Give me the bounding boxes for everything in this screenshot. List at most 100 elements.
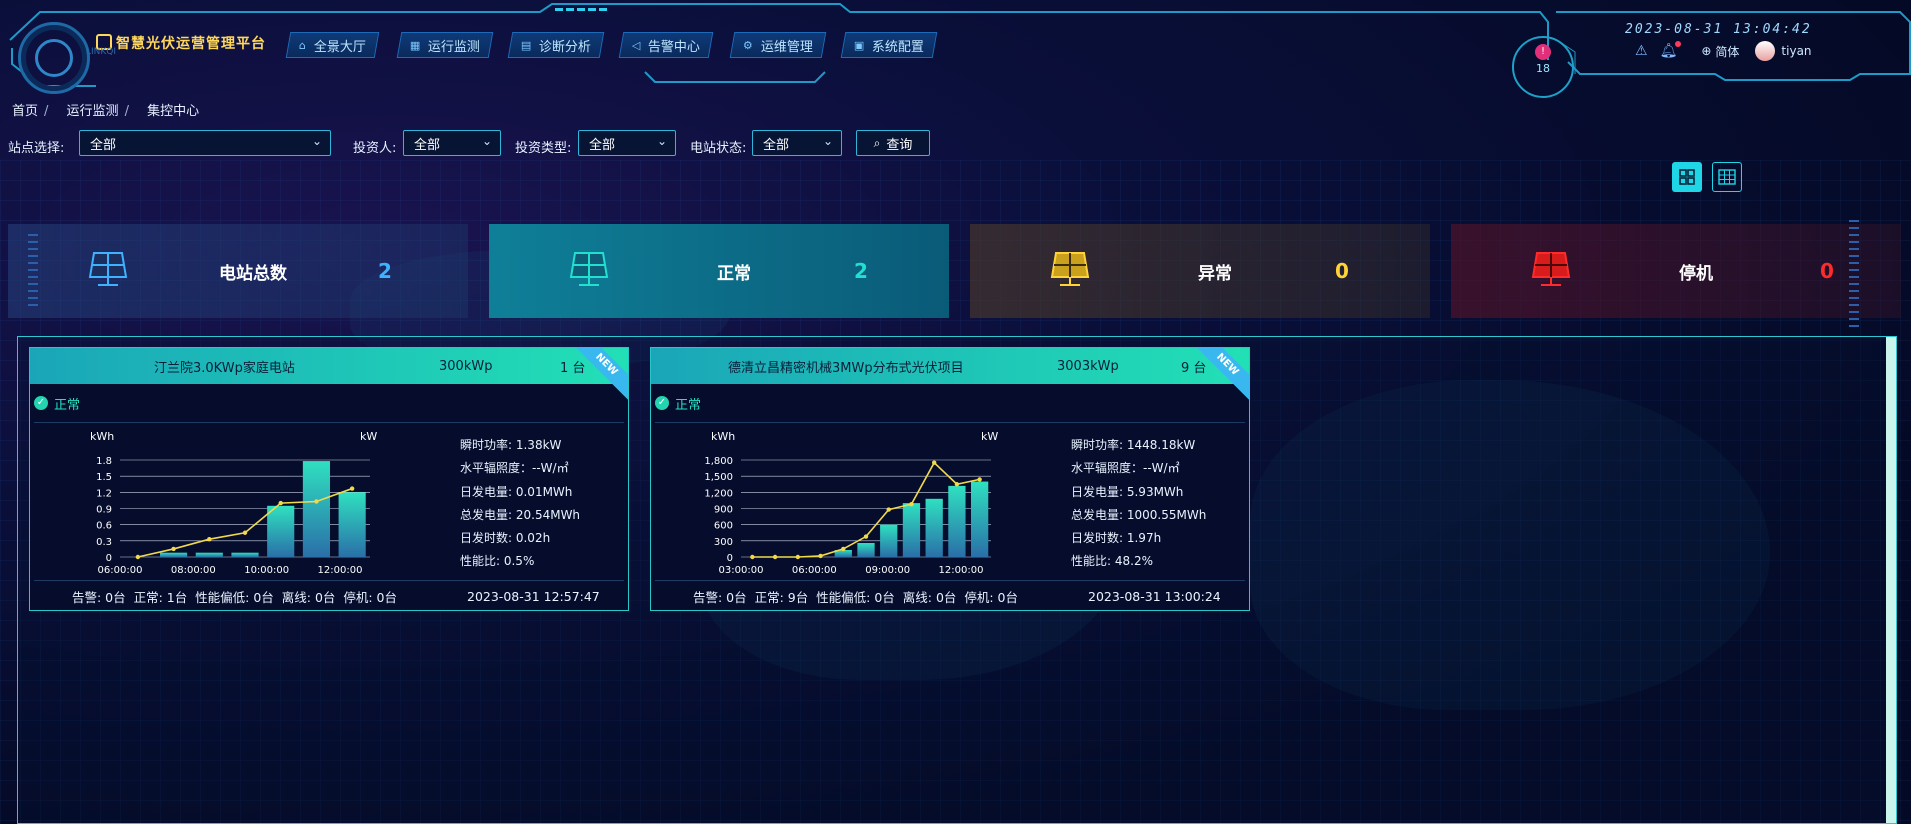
power-point (750, 554, 755, 560)
query-label: 查询 (886, 137, 913, 153)
update-time: 2023-08-31 12:57:47 (467, 588, 600, 604)
nav-label: 诊断分析 (539, 39, 592, 55)
header: 智慧光伏运营管理平台 LINKQI ⌂ 全景大厅 ▦ 运行监测 ▤ 诊断分析 ◁ 告警中… (0, 0, 1911, 100)
investor-select-value: 全部 (414, 137, 441, 153)
energy-bar (925, 498, 943, 557)
settings-icon: ▣ (854, 38, 865, 52)
grid-icon: ▦ (410, 38, 421, 52)
station-select[interactable]: 全部 ⌄ (79, 130, 331, 156)
table-view-button[interactable] (1712, 162, 1742, 192)
x-tick-label: 12:00:00 (939, 565, 984, 576)
bell-dot (1675, 41, 1682, 47)
investor-select[interactable]: 全部 ⌄ (403, 130, 501, 156)
check-circle-icon: ✓ (655, 396, 669, 410)
station-card[interactable]: 汀兰院3.0KWp家庭电站 300kWp 1 台 NEW ✓ 正常 kWh kW 0… (29, 347, 629, 611)
power-point (207, 537, 212, 542)
energy-bar (267, 505, 295, 557)
nav-panorama[interactable]: ⌂ 全景大厅 (285, 32, 380, 58)
status-row: ✓ 正常 (655, 384, 1245, 423)
grid-view-icon (1679, 169, 1695, 185)
left-unit-label: kWh (90, 430, 114, 443)
breadcrumb-monitoring[interactable]: 运行监测 (67, 104, 119, 119)
card-view-button[interactable] (1672, 162, 1702, 192)
nav-system[interactable]: ▣ 系统配置 (840, 32, 938, 58)
scrollbar[interactable] (1886, 337, 1896, 823)
energy-bar (160, 552, 188, 557)
y-tick-label: 600 (714, 521, 733, 532)
metric-daily-hours: 日发时数: 1.97h (1071, 531, 1162, 546)
device-summary: 告警: 0台 正常: 1台 性能偏低: 0台 离线: 0台 停机: 0台 (72, 589, 397, 605)
power-point (242, 530, 248, 535)
alarm-badge[interactable]: ! 18 (1512, 36, 1574, 98)
y-tick-label: 0.9 (96, 505, 112, 516)
speaker-icon: ◁ (632, 38, 641, 52)
power-point (818, 553, 823, 559)
x-tick-label: 09:00:00 (865, 565, 910, 576)
solar-panel-icon (1050, 252, 1090, 286)
brand-sub: LINKQI (86, 47, 117, 57)
language-switch[interactable]: 简体 (1715, 43, 1739, 60)
station-name: 汀兰院3.0KWp家庭电站 (154, 360, 295, 376)
stat-label: 电站总数 (219, 263, 287, 284)
power-point (171, 546, 176, 552)
stat-normal[interactable]: 正常 2 (489, 224, 949, 318)
bell-icon[interactable]: 🔔︎ (1660, 41, 1682, 59)
x-tick-label: 03:00:00 (719, 565, 764, 576)
nav-monitoring[interactable]: ▦ 运行监测 (396, 32, 494, 58)
power-point (795, 554, 801, 560)
query-button[interactable]: ⌕ 查询 (856, 130, 930, 156)
power-point (772, 554, 778, 560)
search-icon: ⌕ (873, 135, 881, 150)
y-tick-label: 1,500 (704, 472, 733, 483)
solar-panel-icon (88, 252, 128, 286)
nav-label: 系统配置 (872, 39, 925, 55)
username[interactable]: tiyan (1781, 44, 1811, 58)
metric-instant-power: 瞬时功率: 1.38kW (460, 438, 562, 452)
check-circle-icon: ✓ (34, 396, 48, 410)
x-tick-label: 10:00:00 (244, 565, 289, 576)
warning-icon[interactable]: ⚠ (1635, 43, 1648, 59)
energy-bar (971, 481, 989, 557)
nav-label: 告警中心 (648, 39, 701, 55)
y-tick-label: 1,800 (704, 456, 733, 467)
metric-instant-power: 瞬时功率: 1448.18kW (1071, 438, 1196, 452)
station-state-select[interactable]: 全部 ⌄ (752, 130, 842, 156)
stat-value: 0 (1820, 259, 1834, 283)
invest-type-select[interactable]: 全部 ⌄ (578, 130, 676, 156)
alarm-dot-icon: ! (1535, 44, 1551, 60)
right-unit-label: kW (981, 430, 998, 443)
stat-total[interactable]: 电站总数 2 (8, 224, 468, 318)
logo-emblem (18, 22, 90, 94)
metric-total-energy: 总发电量: 1000.55MWh (1071, 507, 1207, 522)
station-card[interactable]: 德清立昌精密机械3MWp分布式光伏项目 3003kWp 9 台 NEW ✓ 正常… (650, 347, 1250, 611)
metric-performance-ratio: 性能比: 48.2% (1071, 554, 1153, 569)
avatar[interactable] (1755, 41, 1776, 61)
metric-performance-ratio: 性能比: 0.5% (460, 554, 535, 569)
nav-diagnosis[interactable]: ▤ 诊断分析 (507, 32, 605, 58)
station-state-filter-label: 电站状态: (690, 141, 747, 156)
x-tick-label: 08:00:00 (171, 565, 216, 576)
solar-panel-icon (569, 252, 609, 286)
breadcrumb: 首页 / 运行监测 / 集控中心 (12, 100, 205, 119)
stat-shutdown[interactable]: 停机 0 (1451, 220, 1901, 330)
breadcrumb-home[interactable]: 首页 (12, 104, 38, 119)
metric-daily-hours: 日发时数: 0.02h (460, 531, 551, 546)
card-header: 德清立昌精密机械3MWp分布式光伏项目 3003kWp 9 台 NEW (651, 348, 1249, 400)
metric-irradiance: 水平辐照度：--W/㎡ (1071, 461, 1180, 476)
nav-maintenance[interactable]: ⚙ 运维管理 (729, 32, 827, 58)
investor-filter-label: 投资人: (353, 141, 397, 156)
brand-text: 智慧光伏运营管理平台 (116, 36, 266, 52)
clock: 2023-08-31 13:04:42 (1625, 22, 1812, 37)
power-point (863, 534, 869, 539)
status-row: ✓ 正常 (34, 384, 624, 423)
y-tick-label: 1,200 (704, 488, 733, 499)
x-tick-label: 12:00:00 (318, 565, 363, 576)
left-unit-label: kWh (711, 430, 735, 443)
y-tick-label: 1.2 (96, 488, 112, 499)
power-point (886, 507, 891, 512)
stat-abnormal[interactable]: 异常 0 (970, 224, 1430, 318)
globe-icon[interactable]: ⊕ (1701, 44, 1711, 58)
station-units: 9 台 (1181, 360, 1207, 376)
status-text: 正常 (675, 397, 702, 413)
nav-alarm[interactable]: ◁ 告警中心 (618, 32, 714, 58)
